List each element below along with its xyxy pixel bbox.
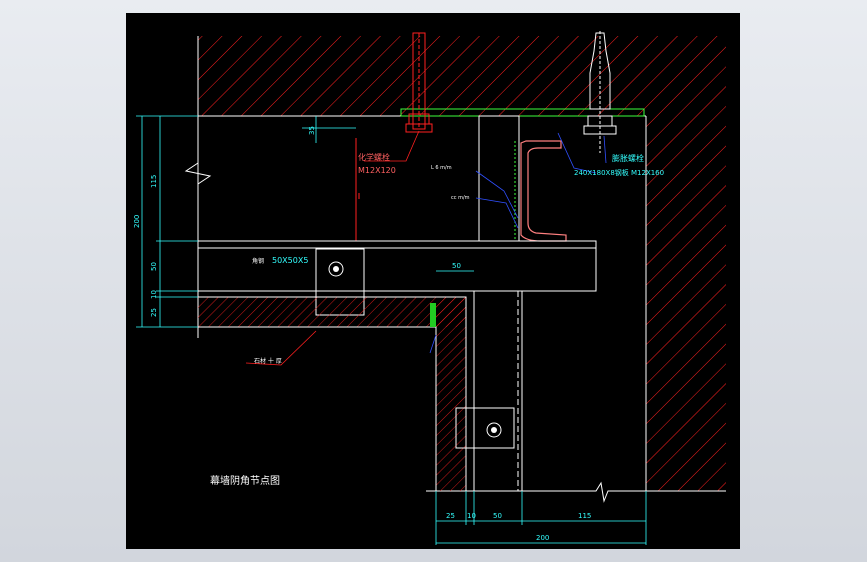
dim-top-35: 35	[308, 126, 316, 135]
label-small-note-1: L 6 m/m	[431, 165, 452, 171]
dim-left-50: 50	[150, 262, 158, 271]
dim-left-25: 25	[150, 308, 158, 317]
dim-bottom-25: 25	[446, 512, 455, 520]
label-stone: 石材 十 厚	[254, 357, 282, 365]
label-small-note-2: cc m/m	[451, 195, 470, 201]
horizontal-angle	[197, 240, 597, 292]
dim-left-10: 10	[150, 290, 158, 299]
label-expansion-bolt: 膨胀螺栓	[612, 153, 644, 163]
label-anchor-bolt-size: M12X120	[358, 166, 396, 175]
stone-cladding	[198, 296, 467, 491]
label-angle-size: 50X50X5	[272, 256, 308, 265]
cad-drawing-canvas: 化学螺栓 M12X120 L 6 m/m cc m/m 膨胀螺栓 240X180…	[126, 13, 740, 549]
cad-drawing: 化学螺栓 M12X120 L 6 m/m cc m/m 膨胀螺栓 240X180…	[133, 31, 726, 545]
dim-bottom-10: 10	[467, 512, 476, 520]
dimension-left	[136, 115, 198, 328]
label-plate-and-bolt: 240X180X8钢板 M12X160	[574, 168, 664, 177]
dim-left-200: 200	[133, 215, 141, 228]
steel-plate-side	[478, 115, 520, 242]
vertical-mullion	[473, 291, 523, 491]
angle-steel-profile	[520, 140, 567, 242]
dim-mid-50: 50	[452, 262, 461, 270]
dim-left-115: 115	[150, 175, 158, 188]
drawing-title: 幕墙阴角节点图	[210, 474, 280, 487]
sealant-marker	[430, 303, 436, 327]
dim-bottom-115: 115	[578, 512, 591, 520]
dim-bottom-total: 200	[536, 534, 549, 542]
label-anchor-bolt: 化学螺栓	[358, 152, 390, 162]
dim-bottom-50: 50	[493, 512, 502, 520]
label-angle-steel: 角钢	[252, 257, 264, 265]
